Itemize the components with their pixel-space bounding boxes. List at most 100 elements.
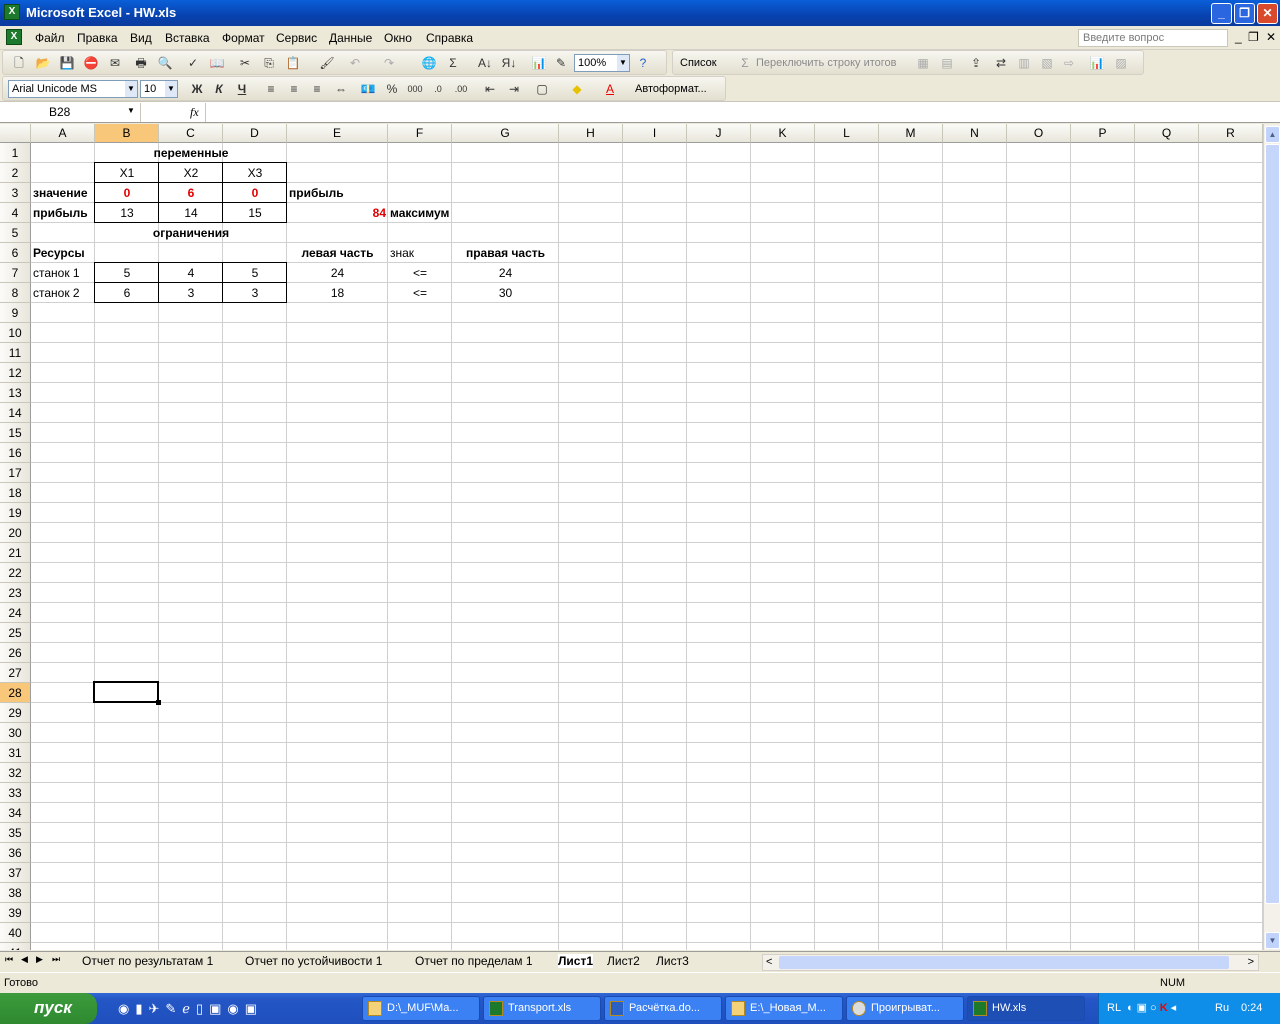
tray-icons[interactable]: ◐▣○K◂ <box>1127 1001 1179 1014</box>
task-raschetka[interactable]: Расчётка.do... <box>604 996 722 1021</box>
cell-g6[interactable]: правая часть <box>452 243 559 263</box>
print-icon[interactable]: 🖶 <box>133 56 149 70</box>
cell-b1[interactable]: переменные <box>95 143 287 163</box>
tab-prev-icon[interactable]: ◀ <box>21 954 28 965</box>
row-header-4[interactable]: 4 <box>0 203 31 223</box>
autosum-icon[interactable]: Σ <box>445 56 461 70</box>
horizontal-scrollbar[interactable]: < > <box>762 954 1259 971</box>
research-icon[interactable]: 📖 <box>209 56 225 70</box>
row-header-8[interactable]: 8 <box>0 283 31 303</box>
lang-indicator[interactable]: RL <box>1107 1002 1121 1014</box>
row-header-36[interactable]: 36 <box>0 843 31 863</box>
thousands-button[interactable]: 000 <box>407 82 423 96</box>
column-header-j[interactable]: J <box>687 124 751 143</box>
doc-min-icon[interactable]: _ <box>1235 30 1242 44</box>
menu-insert[interactable]: Вставка <box>165 31 210 45</box>
discard-icon[interactable]: ▥ <box>1016 56 1032 70</box>
scroll-up-icon[interactable]: ▲ <box>1265 126 1280 143</box>
cell-b2[interactable]: X1 <box>95 163 159 183</box>
cell-e6[interactable]: левая часть <box>287 243 388 263</box>
row-header-28[interactable]: 28 <box>0 683 31 703</box>
list-chart-icon[interactable]: 📊 <box>1089 56 1105 70</box>
row-header-26[interactable]: 26 <box>0 643 31 663</box>
scroll-thumb[interactable] <box>1265 144 1280 904</box>
align-left-icon[interactable]: ≡ <box>263 82 279 96</box>
row-header-33[interactable]: 33 <box>0 783 31 803</box>
currency-icon[interactable]: 💶 <box>360 82 376 96</box>
column-header-h[interactable]: H <box>559 124 623 143</box>
formula-input[interactable] <box>205 103 1275 122</box>
increase-indent-icon[interactable]: ⇥ <box>506 82 522 96</box>
underline-button[interactable]: Ч <box>234 82 250 96</box>
unlink-icon[interactable]: ▧ <box>1039 56 1055 70</box>
row-header-38[interactable]: 38 <box>0 883 31 903</box>
column-header-f[interactable]: F <box>388 124 452 143</box>
task-transport[interactable]: Transport.xls <box>483 996 601 1021</box>
column-header-n[interactable]: N <box>943 124 1007 143</box>
cell-c8[interactable]: 3 <box>159 283 223 303</box>
row-header-23[interactable]: 23 <box>0 583 31 603</box>
bold-button[interactable]: Ж <box>189 82 205 96</box>
menu-view[interactable]: Вид <box>130 31 152 45</box>
sync-icon[interactable]: ⇄ <box>993 56 1009 70</box>
row-header-21[interactable]: 21 <box>0 543 31 563</box>
publish-icon[interactable]: ⇪ <box>968 56 984 70</box>
drawing-icon[interactable]: ✎ <box>553 56 569 70</box>
resize-list-icon[interactable]: ▦ <box>915 56 931 70</box>
task-folder-new[interactable]: E:\_Новая_М... <box>725 996 843 1021</box>
cell-a6[interactable]: Ресурсы <box>31 243 95 263</box>
tab-last-icon[interactable]: ⏭ <box>52 954 60 965</box>
menu-help[interactable]: Справка <box>426 31 473 45</box>
new-icon[interactable]: 🗋 <box>11 56 27 70</box>
workbook-icon[interactable]: X <box>6 29 22 45</box>
cell-g7[interactable]: 24 <box>452 263 559 283</box>
hscroll-thumb[interactable] <box>779 956 1229 969</box>
close-button[interactable]: ✕ <box>1257 3 1278 24</box>
scroll-right-icon[interactable]: > <box>1248 956 1254 968</box>
column-header-k[interactable]: K <box>751 124 815 143</box>
row-header-29[interactable]: 29 <box>0 703 31 723</box>
print-list-icon[interactable]: ▨ <box>1113 56 1129 70</box>
tab-next-icon[interactable]: ▶ <box>36 954 43 965</box>
menu-format[interactable]: Формат <box>222 31 265 45</box>
cell-a4[interactable]: прибыль <box>31 203 95 223</box>
tab-answer-report[interactable]: Отчет по результатам 1 <box>82 954 213 968</box>
row-header-34[interactable]: 34 <box>0 803 31 823</box>
vertical-scrollbar[interactable]: ▲ ▼ <box>1263 124 1280 950</box>
autoformat-button[interactable]: Автоформат... <box>635 83 707 95</box>
print-preview-icon[interactable]: 🔍 <box>157 56 173 70</box>
cell-a7[interactable]: станок 1 <box>31 263 95 283</box>
row-header-16[interactable]: 16 <box>0 443 31 463</box>
cell-e3[interactable]: прибыль <box>287 183 388 203</box>
task-hw[interactable]: HW.xls <box>967 996 1085 1021</box>
merge-center-icon[interactable]: ⇔ <box>333 82 349 96</box>
cell-c7[interactable]: 4 <box>159 263 223 283</box>
select-all-corner[interactable] <box>0 124 31 143</box>
column-header-m[interactable]: M <box>879 124 943 143</box>
align-right-icon[interactable]: ≡ <box>309 82 325 96</box>
cell-d3[interactable]: 0 <box>223 183 287 203</box>
decrease-decimal-icon[interactable]: .00 <box>453 82 469 96</box>
column-header-o[interactable]: O <box>1007 124 1071 143</box>
cell-b5[interactable]: ограничения <box>95 223 287 243</box>
scroll-down-icon[interactable]: ▼ <box>1265 932 1280 949</box>
row-header-19[interactable]: 19 <box>0 503 31 523</box>
zoom-select[interactable]: 100% ▼ <box>574 54 630 72</box>
borders-icon[interactable]: ▢ <box>534 82 550 96</box>
menu-tools[interactable]: Сервис <box>276 31 317 45</box>
row-header-15[interactable]: 15 <box>0 423 31 443</box>
cell-c3[interactable]: 6 <box>159 183 223 203</box>
sort-desc-icon[interactable]: Я↓ <box>501 56 517 70</box>
row-header-12[interactable]: 12 <box>0 363 31 383</box>
column-header-e[interactable]: E <box>287 124 388 143</box>
minimize-button[interactable]: _ <box>1211 3 1232 24</box>
row-header-40[interactable]: 40 <box>0 923 31 943</box>
menu-edit[interactable]: Правка <box>77 31 118 45</box>
hyperlink-icon[interactable]: 🌐 <box>421 56 437 70</box>
cell-b8[interactable]: 6 <box>95 283 159 303</box>
cell-c2[interactable]: X2 <box>159 163 223 183</box>
cell-a3[interactable]: значение <box>31 183 95 203</box>
active-cell-b28[interactable] <box>93 681 159 703</box>
column-header-p[interactable]: P <box>1071 124 1135 143</box>
row-header-30[interactable]: 30 <box>0 723 31 743</box>
